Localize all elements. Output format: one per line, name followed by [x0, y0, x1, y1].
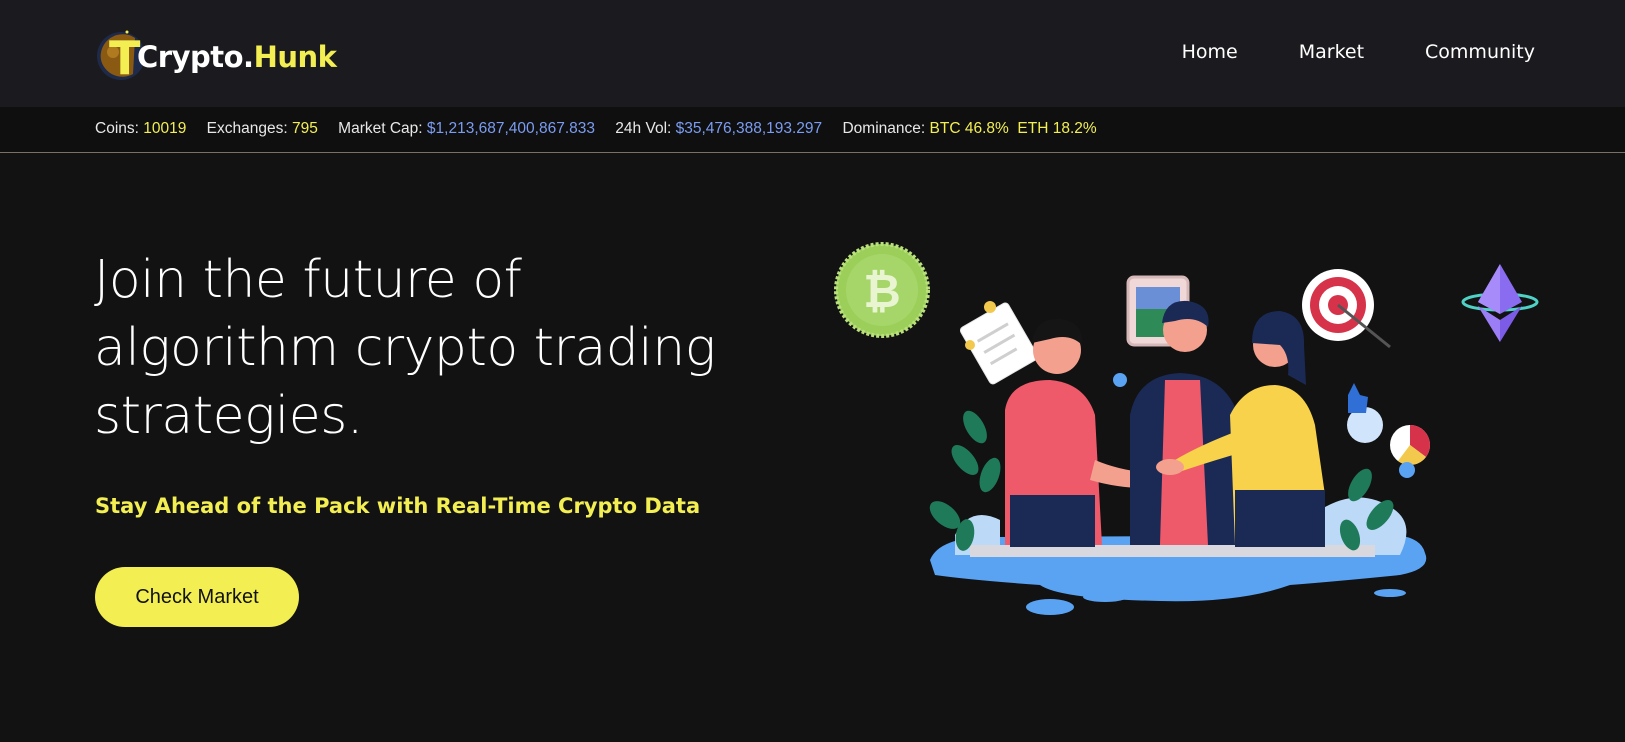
svg-text:₿: ₿: [863, 264, 901, 318]
coins-value: 10019: [143, 120, 187, 137]
hero-title: Join the future of algorithm crypto tradi…: [94, 246, 794, 450]
market-stats: Coins: 10019 Exchanges: 795 Market Cap: …: [95, 120, 1113, 138]
exchanges-label: Exchanges:: [206, 120, 288, 137]
hero-subtitle: Stay Ahead of the Pack with Real-Time Cr…: [95, 494, 701, 518]
site-logo[interactable]: T Crypto.Hunk: [95, 22, 355, 82]
eth-dominance-value: ETH 18.2%: [1017, 120, 1097, 137]
exchanges-stat: Exchanges: 795: [207, 120, 318, 137]
bitcoin-coin-icon: ₿: [834, 242, 930, 338]
ethereum-icon: [1461, 264, 1539, 342]
nav-market-link[interactable]: Market: [1299, 41, 1364, 63]
check-market-button[interactable]: Check Market: [95, 567, 299, 627]
market-cap-label: Market Cap:: [338, 120, 423, 137]
team-handshake-illustration: ₿: [834, 242, 1430, 615]
nav-community-link[interactable]: Community: [1425, 41, 1535, 63]
brand-name-part2: Hunk: [253, 40, 337, 74]
hero-title-line3: strategies.: [94, 386, 363, 446]
main-nav: Home Market Community: [1182, 41, 1535, 63]
hero-title-line1: Join the future of: [94, 250, 522, 310]
volume-label: 24h Vol:: [615, 120, 672, 137]
exchanges-value: 795: [291, 120, 318, 137]
top-navbar: T Crypto.Hunk Home Market Community: [0, 0, 1625, 107]
btc-dominance-value: BTC 46.8%: [929, 120, 1009, 137]
brand-name: Crypto.Hunk: [137, 40, 337, 74]
coins-stat: Coins: 10019: [95, 120, 186, 137]
market-cap-value: $1,213,687,400,867.833: [426, 120, 595, 137]
coins-label: Coins:: [95, 120, 139, 137]
volume-value: $35,476,388,193.297: [675, 120, 823, 137]
market-cap-stat: Market Cap: $1,213,687,400,867.833: [338, 120, 595, 137]
market-stats-bar: Coins: 10019 Exchanges: 795 Market Cap: …: [0, 107, 1625, 153]
dominance-label: Dominance:: [842, 120, 926, 137]
volume-stat: 24h Vol: $35,476,388,193.297: [615, 120, 822, 137]
nav-home-link[interactable]: Home: [1182, 41, 1238, 63]
dominance-stat: Dominance: BTC 46.8% ETH 18.2%: [842, 120, 1096, 137]
brand-name-part1: Crypto.: [137, 40, 254, 74]
hero-title-line2: algorithm crypto trading: [94, 318, 716, 378]
